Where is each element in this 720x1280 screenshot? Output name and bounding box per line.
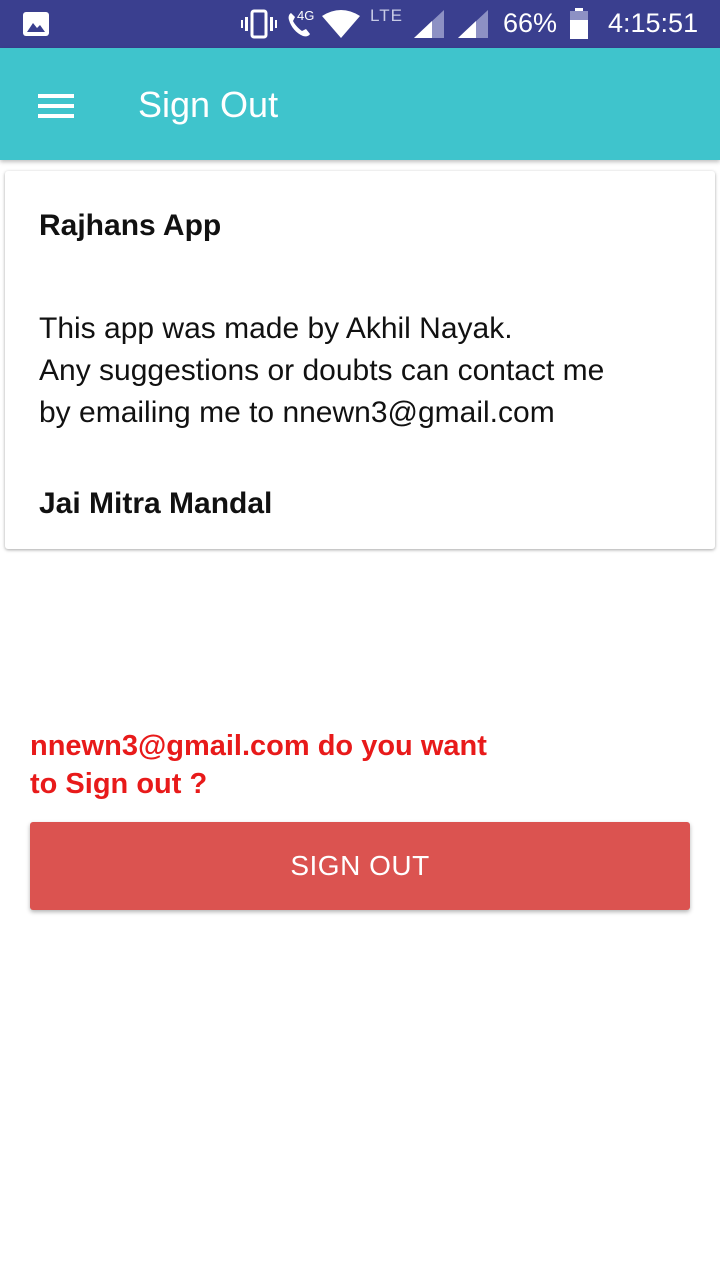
sign-out-button[interactable]: SIGN OUT	[30, 822, 690, 910]
menu-icon[interactable]	[38, 94, 74, 118]
prompt-line: nnewn3@gmail.com do you want	[30, 730, 487, 762]
info-card: Rajhans App This app was made by Akhil N…	[5, 171, 715, 549]
vibrate-icon	[241, 9, 277, 44]
card-body-line: Any suggestions or doubts can contact me	[39, 354, 605, 387]
card-body: This app was made by Akhil Nayak. Any su…	[39, 308, 699, 434]
card-title: Rajhans App	[39, 209, 222, 242]
card-body-line: by emailing me to nnewn3@gmail.com	[39, 396, 555, 429]
signal-icon	[458, 10, 488, 43]
sign-out-prompt: nnewn3@gmail.com do you want to Sign out…	[30, 727, 550, 803]
battery-icon	[569, 8, 589, 45]
card-body-line: This app was made by Akhil Nayak.	[39, 312, 513, 345]
page-title: Sign Out	[138, 84, 279, 125]
network-type: 4G	[297, 8, 315, 23]
signal-icon	[414, 10, 444, 43]
clock: 4:15:51	[608, 8, 699, 38]
app-bar: Sign Out	[0, 48, 720, 160]
prompt-line: to Sign out ?	[30, 768, 208, 800]
card-footer: Jai Mitra Mandal	[39, 487, 273, 520]
lte-label: LTE	[370, 6, 403, 25]
wifi-icon	[322, 10, 360, 43]
battery-percentage: 66%	[503, 8, 558, 38]
gallery-icon	[22, 11, 50, 42]
status-bar: 4G LTE 66% 4:15:51	[0, 0, 720, 48]
